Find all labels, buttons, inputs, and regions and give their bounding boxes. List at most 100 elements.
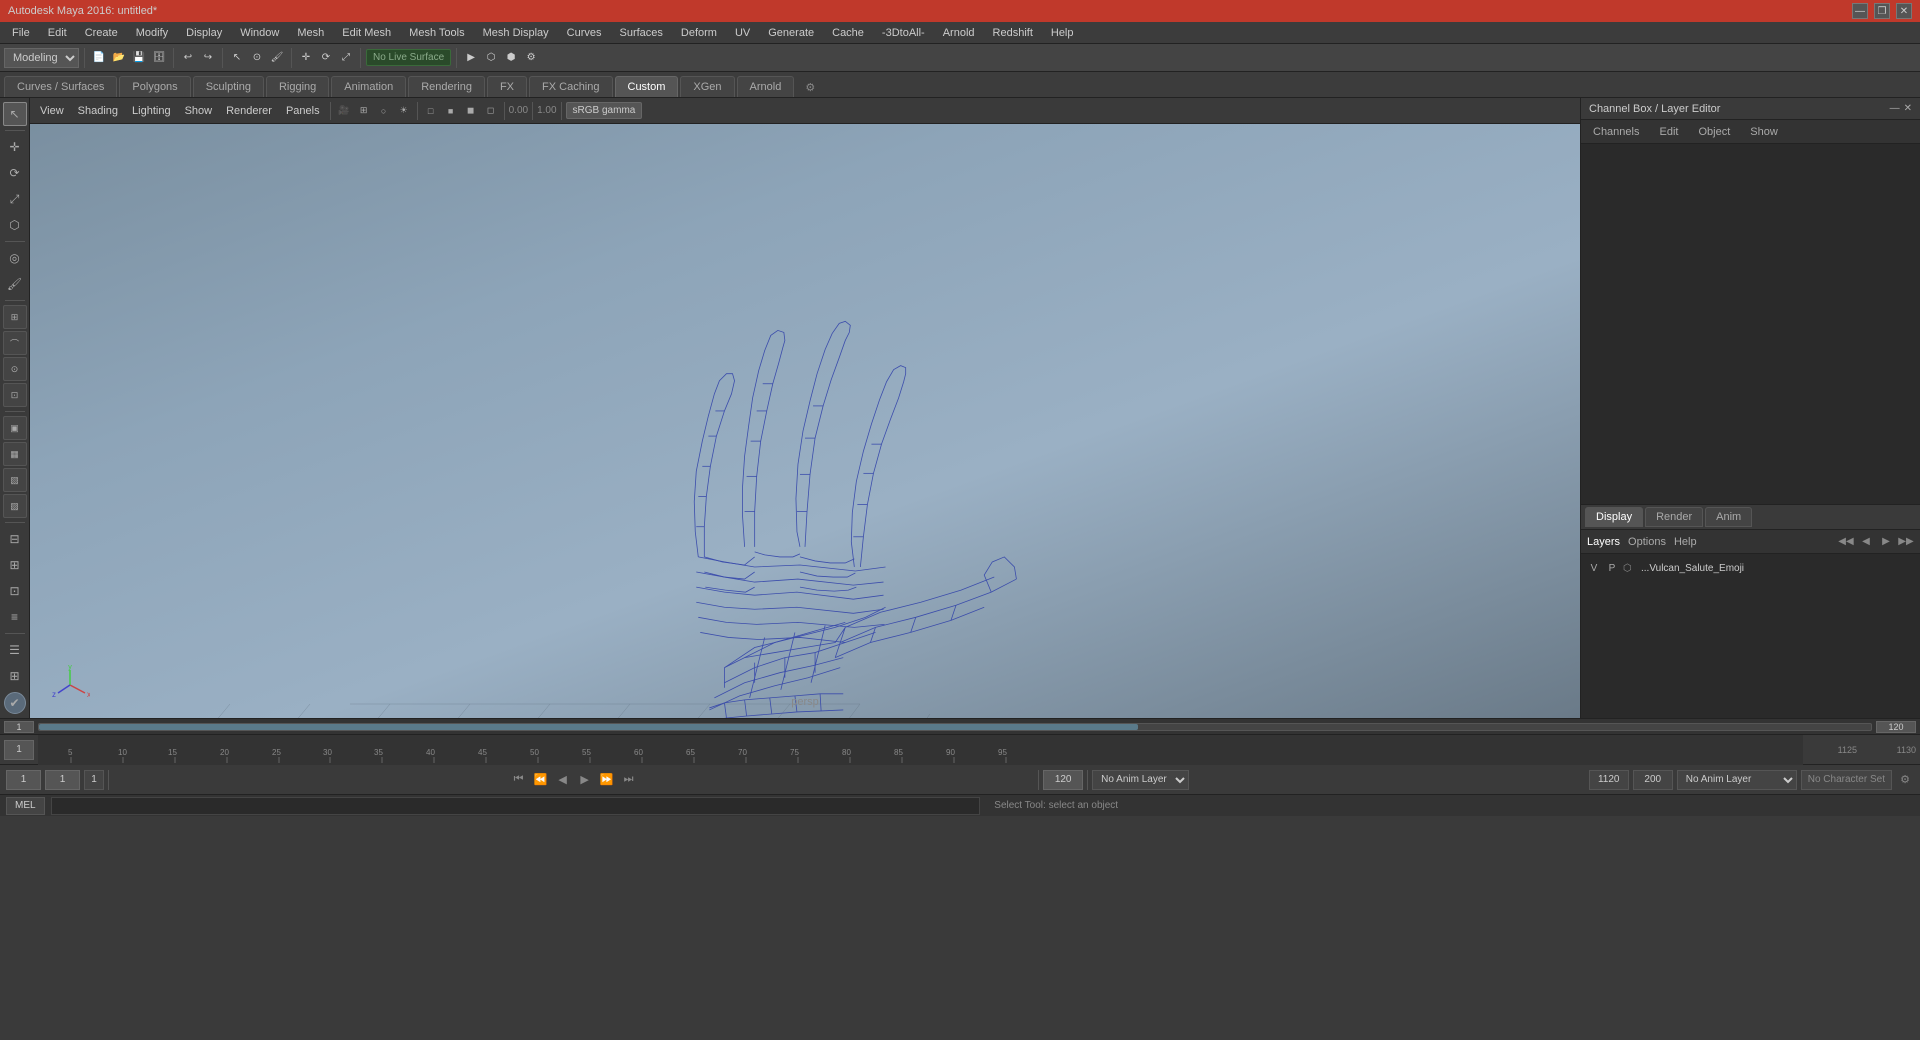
range-end-val[interactable] bbox=[1633, 770, 1673, 790]
paint-select-icon[interactable]: 🖌 bbox=[268, 49, 286, 67]
rotate-tool-btn[interactable]: ⟳ bbox=[3, 161, 27, 185]
misc-3-btn[interactable]: ⊡ bbox=[3, 579, 27, 603]
save-as-icon[interactable]: 🗄 bbox=[150, 49, 168, 67]
tab-polygons[interactable]: Polygons bbox=[119, 76, 190, 97]
tab-custom[interactable]: Custom bbox=[615, 76, 679, 97]
viewport-lighting-menu[interactable]: Lighting bbox=[126, 103, 177, 119]
move-icon[interactable]: ✛ bbox=[297, 49, 315, 67]
viewport-show-menu[interactable]: Show bbox=[179, 103, 219, 119]
display-layer-btn[interactable]: ▧ bbox=[3, 468, 27, 492]
go-to-end-btn[interactable]: ⏭ bbox=[619, 770, 639, 790]
tab-curves-surfaces[interactable]: Curves / Surfaces bbox=[4, 76, 117, 97]
snap-view-btn[interactable]: ⊡ bbox=[3, 383, 27, 407]
settings-icon-bottom[interactable]: ⚙ bbox=[1896, 771, 1914, 789]
menu-uv[interactable]: UV bbox=[727, 25, 758, 41]
close-button[interactable]: ✕ bbox=[1896, 3, 1912, 19]
frame-end-field[interactable] bbox=[1043, 770, 1083, 790]
play-fwd-btn[interactable]: ▶ bbox=[575, 770, 595, 790]
menu-modify[interactable]: Modify bbox=[128, 25, 176, 41]
rotate-icon[interactable]: ⟳ bbox=[317, 49, 335, 67]
tab-rendering[interactable]: Rendering bbox=[408, 76, 485, 97]
layer-next-btn[interactable]: ▶▶ bbox=[1898, 534, 1914, 550]
display-tab-render[interactable]: Render bbox=[1645, 507, 1703, 527]
layers-tab[interactable]: Layers bbox=[1587, 536, 1620, 548]
viewport-panels-menu[interactable]: Panels bbox=[280, 103, 326, 119]
vp-smooth-btn[interactable]: ■ bbox=[442, 102, 460, 120]
range-start-input[interactable]: 1 bbox=[4, 721, 34, 733]
misc-6-btn[interactable]: ⊞ bbox=[3, 664, 27, 688]
viewport-view-menu[interactable]: View bbox=[34, 103, 70, 119]
vp-smooth2-btn[interactable]: ◼ bbox=[462, 102, 480, 120]
snap-curve-btn[interactable]: ⌒ bbox=[3, 331, 27, 355]
gamma-display[interactable]: sRGB gamma bbox=[566, 102, 643, 119]
menu-cache[interactable]: Cache bbox=[824, 25, 872, 41]
redo-icon[interactable]: ↪ bbox=[199, 49, 217, 67]
viewport-shading-menu[interactable]: Shading bbox=[72, 103, 124, 119]
isolate-select-btn[interactable]: ▨ bbox=[3, 494, 27, 518]
universal-manip-btn[interactable]: ⬡ bbox=[3, 213, 27, 237]
menu-arnold[interactable]: Arnold bbox=[935, 25, 983, 41]
menu-mesh-tools[interactable]: Mesh Tools bbox=[401, 25, 472, 41]
menu-surfaces[interactable]: Surfaces bbox=[611, 25, 670, 41]
paint-weights-btn[interactable]: 🖌 bbox=[3, 272, 27, 296]
command-input[interactable] bbox=[51, 797, 981, 815]
select-icon[interactable]: ↖ bbox=[228, 49, 246, 67]
char-set-btn[interactable]: No Character Set bbox=[1801, 770, 1892, 790]
save-file-icon[interactable]: 💾 bbox=[130, 49, 148, 67]
misc-2-btn[interactable]: ⊞ bbox=[3, 553, 27, 577]
tab-fx-caching[interactable]: FX Caching bbox=[529, 76, 612, 97]
current-frame-field[interactable] bbox=[45, 770, 80, 790]
go-to-start-btn[interactable]: ⏮ bbox=[509, 770, 529, 790]
frame-start-input[interactable]: 1 bbox=[4, 740, 34, 760]
tab-fx[interactable]: FX bbox=[487, 76, 527, 97]
playback-start-field[interactable] bbox=[6, 770, 41, 790]
menu-3dtoall[interactable]: -3DtoAll- bbox=[874, 25, 933, 41]
render-settings-icon[interactable]: ⚙ bbox=[522, 49, 540, 67]
step-fwd-btn[interactable]: ⏩ bbox=[597, 770, 617, 790]
menu-mesh[interactable]: Mesh bbox=[289, 25, 332, 41]
panel-close-icon[interactable]: ✕ bbox=[1904, 103, 1912, 114]
move-tool-btn[interactable]: ✛ bbox=[3, 135, 27, 159]
select-tool-btn[interactable]: ↖ bbox=[3, 102, 27, 126]
anim-layer-dropdown-2[interactable]: No Anim Layer bbox=[1677, 770, 1797, 790]
snap-grid-btn[interactable]: ⊞ bbox=[3, 305, 27, 329]
layer-back-btn[interactable]: ◀ bbox=[1858, 534, 1874, 550]
menu-help[interactable]: Help bbox=[1043, 25, 1082, 41]
edit-tab[interactable]: Edit bbox=[1655, 124, 1682, 140]
show-tab[interactable]: Show bbox=[1746, 124, 1782, 140]
menu-edit-mesh[interactable]: Edit Mesh bbox=[334, 25, 399, 41]
tab-rigging[interactable]: Rigging bbox=[266, 76, 329, 97]
misc-4-btn[interactable]: ≡ bbox=[3, 605, 27, 629]
camera-attr-btn[interactable]: ▦ bbox=[3, 442, 27, 466]
tab-xgen[interactable]: XGen bbox=[680, 76, 734, 97]
layer-row[interactable]: V P ⬡ ...Vulcan_Salute_Emoji bbox=[1583, 556, 1918, 580]
range-start-val[interactable] bbox=[1589, 770, 1629, 790]
anim-layer-dropdown[interactable]: No Anim Layer bbox=[1092, 770, 1189, 790]
tab-sculpting[interactable]: Sculpting bbox=[193, 76, 264, 97]
no-live-surface-btn[interactable]: No Live Surface bbox=[366, 49, 451, 66]
new-file-icon[interactable]: 📄 bbox=[90, 49, 108, 67]
viewport-renderer-menu[interactable]: Renderer bbox=[220, 103, 278, 119]
snap-point-btn[interactable]: ⊙ bbox=[3, 357, 27, 381]
open-file-icon[interactable]: 📂 bbox=[110, 49, 128, 67]
menu-edit[interactable]: Edit bbox=[40, 25, 75, 41]
timeline-ruler[interactable]: 5 10 15 20 25 30 35 40 45 50 55 60 65 70… bbox=[38, 735, 1803, 765]
menu-file[interactable]: File bbox=[4, 25, 38, 41]
menu-mesh-display[interactable]: Mesh Display bbox=[475, 25, 557, 41]
render-region-btn[interactable]: ▣ bbox=[3, 416, 27, 440]
tab-arnold[interactable]: Arnold bbox=[737, 76, 795, 97]
menu-display[interactable]: Display bbox=[178, 25, 230, 41]
vp-cam-btn[interactable]: 🎥 bbox=[335, 102, 353, 120]
restore-button[interactable]: ❐ bbox=[1874, 3, 1890, 19]
tab-animation[interactable]: Animation bbox=[331, 76, 406, 97]
range-end-input[interactable]: 120 bbox=[1876, 721, 1916, 733]
menu-deform[interactable]: Deform bbox=[673, 25, 725, 41]
undo-icon[interactable]: ↩ bbox=[179, 49, 197, 67]
display-tab-anim[interactable]: Anim bbox=[1705, 507, 1752, 527]
viewport-3d[interactable]: persp x y z bbox=[30, 124, 1580, 718]
channels-tab[interactable]: Channels bbox=[1589, 124, 1643, 140]
menu-window[interactable]: Window bbox=[232, 25, 287, 41]
object-tab[interactable]: Object bbox=[1694, 124, 1734, 140]
workspace-dropdown[interactable]: Modeling bbox=[4, 48, 79, 68]
render-icon[interactable]: ▶ bbox=[462, 49, 480, 67]
